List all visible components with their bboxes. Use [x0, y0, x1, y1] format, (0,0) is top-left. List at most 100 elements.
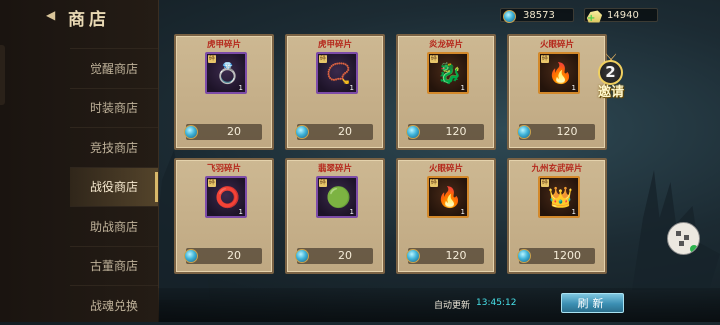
- item-icon-frame: 碎 🔥 1: [538, 52, 580, 94]
- gem-icon: [517, 125, 531, 139]
- item-name: 翡翠碎片: [317, 164, 352, 174]
- item-name: 飞羽碎片: [206, 164, 241, 174]
- shop-item-card[interactable]: 炎龙碎片碎 🐉 1 120: [396, 34, 496, 150]
- gem-icon: [184, 249, 198, 263]
- refresh-button[interactable]: 刷新: [561, 293, 624, 313]
- nav-item[interactable]: 古董商店: [70, 245, 158, 286]
- gem-balance: 38573: [523, 9, 555, 21]
- item-quantity: 1: [349, 208, 354, 216]
- item-price: 120: [406, 248, 484, 264]
- nav-item[interactable]: 竞技商店: [70, 127, 158, 167]
- item-quantity: 1: [460, 84, 465, 92]
- gem-icon: [295, 125, 309, 139]
- golden-helmet-icon: 👑: [548, 185, 573, 209]
- invite-label: 邀请: [597, 85, 624, 100]
- auto-refresh-time: 13:45:12: [476, 298, 517, 308]
- nav-item[interactable]: 时装商店: [70, 87, 158, 128]
- nav-item-label: 古董商店: [89, 259, 138, 274]
- shop-title-bar: ◀ 商店: [0, 0, 158, 32]
- page-title: 商店: [68, 10, 110, 30]
- auto-refresh-label: 自动更新: [434, 301, 471, 311]
- nav-item-label: 助战商店: [89, 219, 138, 234]
- shop-item-card[interactable]: 虎甲碎片碎 📿 1 20: [285, 34, 385, 150]
- back-arrow-icon[interactable]: ◀: [46, 9, 60, 21]
- nav-item-label: 觉醒商店: [89, 61, 138, 76]
- nav-item-label: 战魂兑换: [89, 298, 138, 313]
- price-value: 120: [445, 249, 467, 262]
- background-ship: [632, 170, 720, 290]
- item-icon-frame: 碎 🔥 1: [427, 176, 469, 218]
- nav-item-label: 时装商店: [89, 101, 138, 116]
- gem-icon: [406, 125, 420, 139]
- nav-item-label: 战役商店: [89, 180, 138, 195]
- item-name: 九州玄武碎片: [531, 164, 583, 174]
- item-name: 炎龙碎片: [428, 40, 463, 50]
- avatar-pattern: [676, 231, 681, 236]
- online-badge-icon: [690, 245, 698, 253]
- item-name: 火眼碎片: [428, 164, 463, 174]
- item-icon-frame: 碎 💍 1: [205, 52, 247, 94]
- nav-item[interactable]: 战役商店: [70, 166, 158, 206]
- item-price: 20: [184, 124, 262, 140]
- item-quantity: 1: [571, 84, 576, 92]
- price-value: 20: [227, 249, 241, 262]
- item-price: 1200: [517, 248, 595, 264]
- dark-ring-icon: ⭕: [215, 185, 240, 209]
- fire-amulet-icon: 🔥: [437, 185, 462, 209]
- fire-amulet-icon: 🔥: [548, 61, 573, 85]
- silver-currency: + 14940: [584, 7, 658, 24]
- silver-balance: 14940: [607, 9, 639, 21]
- price-value: 20: [338, 249, 352, 262]
- nav-item[interactable]: 助战商店: [70, 206, 158, 246]
- price-value: 120: [556, 125, 578, 138]
- item-quantity: 1: [460, 208, 465, 216]
- gem-icon: [503, 10, 516, 23]
- gem-icon: [295, 249, 309, 263]
- price-value: 20: [338, 125, 352, 138]
- item-icon-frame: 碎 🟢 1: [316, 176, 358, 218]
- silver-balance-box: + 14940: [584, 8, 658, 24]
- item-name: 火眼碎片: [539, 40, 574, 50]
- gem-icon: [184, 125, 198, 139]
- friend-avatar[interactable]: [667, 222, 700, 255]
- item-quantity: 1: [238, 84, 243, 92]
- item-price: 120: [406, 124, 484, 140]
- item-icon-frame: 碎 📿 1: [316, 52, 358, 94]
- item-icon-frame: 碎 👑 1: [538, 176, 580, 218]
- item-quantity: 1: [349, 84, 354, 92]
- item-quantity: 1: [238, 208, 243, 216]
- item-price: 20: [295, 248, 373, 264]
- shop-sidebar: ◀ 商店 觉醒商店时装商店竞技商店战役商店助战商店古董商店战魂兑换: [0, 0, 159, 322]
- side-drawer-handle[interactable]: [0, 45, 5, 105]
- avatar-pattern: [679, 241, 684, 246]
- nav-item[interactable]: 觉醒商店: [70, 48, 158, 88]
- invite-badge[interactable]: ⚔ 2 邀请: [588, 50, 634, 100]
- item-quantity: 1: [571, 208, 576, 216]
- shop-item-card[interactable]: 飞羽碎片碎 ⭕ 1 20: [174, 158, 274, 274]
- item-name: 虎甲碎片: [206, 40, 241, 50]
- fire-dragon-icon: 🐉: [437, 61, 462, 85]
- shop-item-card[interactable]: 虎甲碎片碎 💍 1 20: [174, 34, 274, 150]
- nav-item-label: 竞技商店: [89, 140, 138, 155]
- item-price: 120: [517, 124, 595, 140]
- item-price: 20: [184, 248, 262, 264]
- price-value: 20: [227, 125, 241, 138]
- avatar-pattern: [684, 235, 689, 240]
- add-silver-icon[interactable]: +: [587, 13, 595, 24]
- jade-pendant-icon: 🟢: [326, 185, 351, 209]
- shop-item-card[interactable]: 九州玄武碎片碎 👑 1 1200: [507, 158, 607, 274]
- gem-icon: [406, 249, 420, 263]
- necklace-icon: 📿: [326, 61, 351, 85]
- gem-balance-box: 38573: [500, 8, 574, 23]
- item-name: 虎甲碎片: [317, 40, 352, 50]
- nav-item[interactable]: 战魂兑换: [70, 285, 158, 325]
- shop-nav-list: 觉醒商店时装商店竞技商店战役商店助战商店古董商店战魂兑换: [70, 48, 158, 325]
- item-icon-frame: 碎 ⭕ 1: [205, 176, 247, 218]
- shop-item-card[interactable]: 火眼碎片碎 🔥 1 120: [396, 158, 496, 274]
- gem-currency: 38573: [500, 7, 574, 23]
- item-price: 20: [295, 124, 373, 140]
- price-value: 1200: [553, 249, 581, 262]
- price-value: 120: [445, 125, 467, 138]
- shop-item-card[interactable]: 翡翠碎片碎 🟢 1 20: [285, 158, 385, 274]
- shop-item-grid: 虎甲碎片碎 💍 1 20 虎甲碎片碎 📿 1 20 炎龙碎片碎 🐉 1 120 火眼碎片碎 🔥 1 120 飞羽…: [170, 30, 612, 282]
